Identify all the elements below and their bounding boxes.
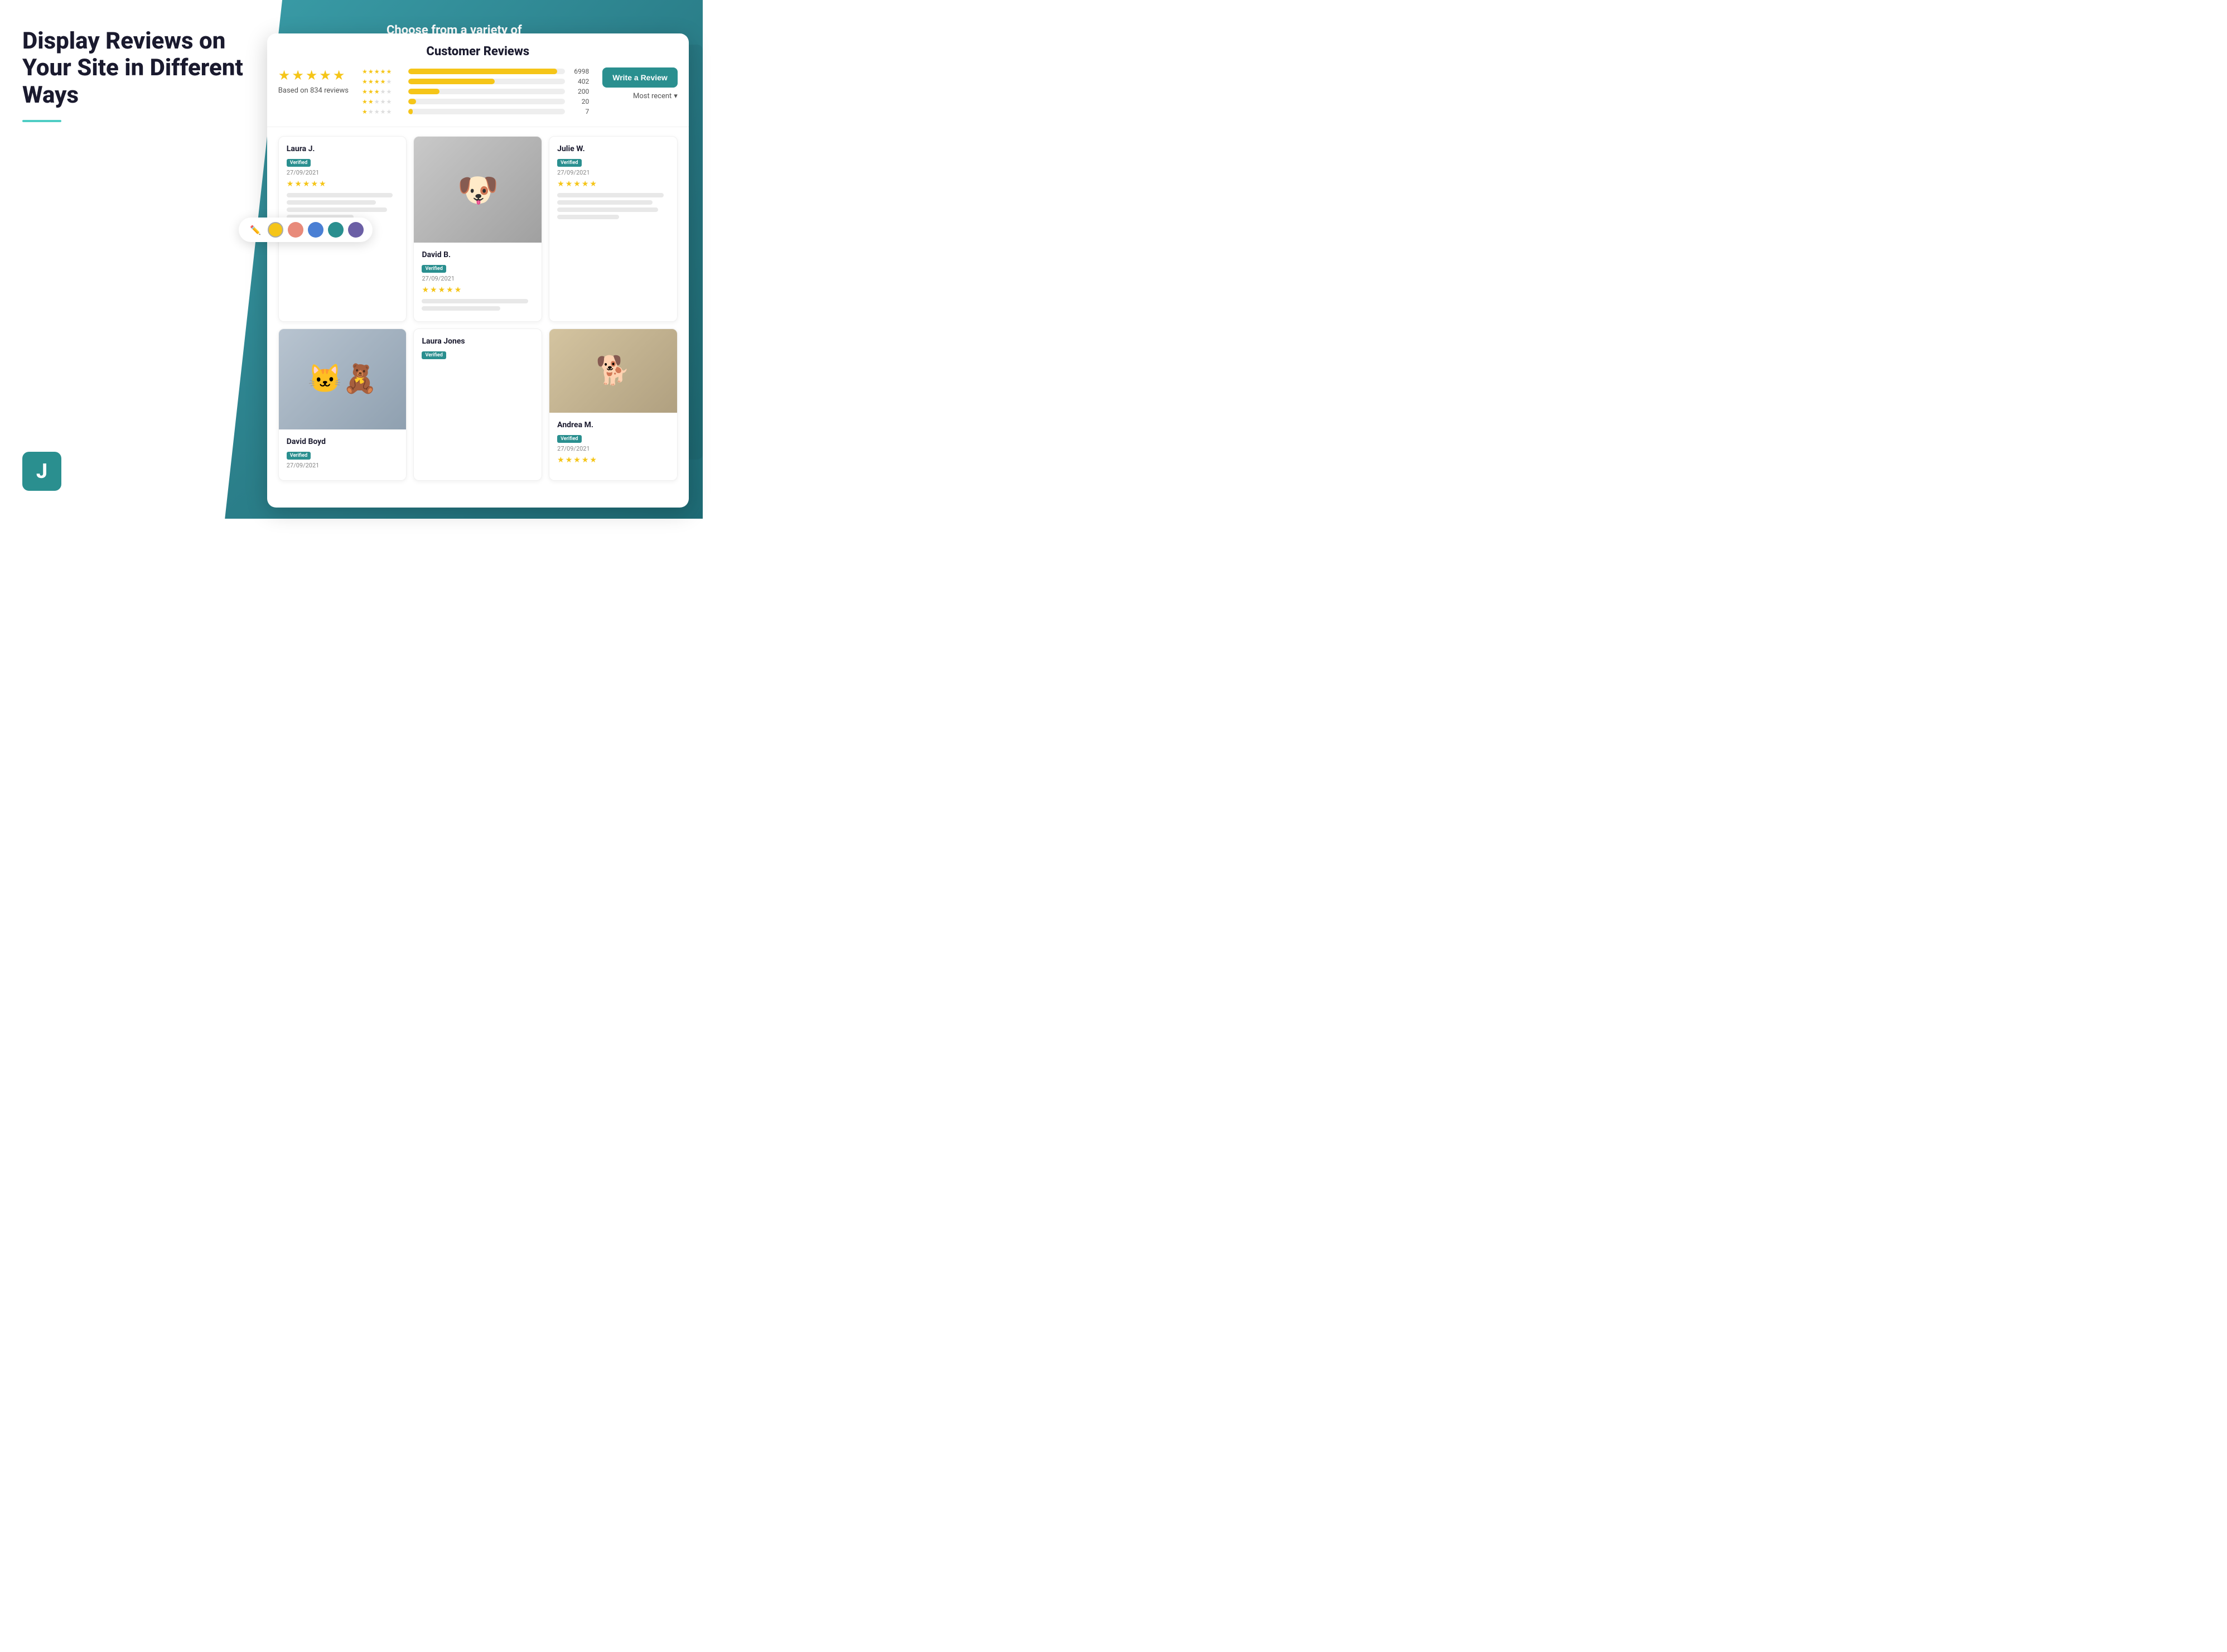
sort-row[interactable]: Most recent ▾ [633, 92, 678, 100]
bar-5 [408, 69, 565, 74]
dog-denim-image: 🐕 [549, 329, 677, 413]
rating-stars-1: ★ ★ ★ ★ ★ [362, 108, 404, 115]
text-line [557, 207, 658, 212]
color-swatch-yellow[interactable] [268, 222, 283, 238]
review-card-andrea: 🐕 Andrea M. Verified 27/09/2021 ★ ★ ★ ★ … [549, 329, 678, 481]
verified-badge-laurajones: Verified [422, 351, 446, 359]
review-body-andrea: Andrea M. Verified 27/09/2021 ★ ★ ★ ★ ★ [549, 413, 677, 477]
review-card-puppy: 🐶 David B. Verified 27/09/2021 ★ ★ ★ ★ ★ [413, 136, 542, 322]
rating-row-4: ★ ★ ★ ★ ★ 402 [362, 78, 589, 85]
big-stars: ★ ★ ★ ★ ★ [278, 67, 349, 83]
customize-text: Customize and tailor it to your theme st… [22, 355, 178, 396]
text-line [422, 306, 500, 311]
review-date-andrea: 27/09/2021 [557, 445, 669, 452]
reviewer-name-julie: Julie W. [557, 144, 669, 153]
bar-2 [408, 99, 565, 104]
widget-card: Customer Reviews ★ ★ ★ ★ ★ Based on 834 … [267, 33, 689, 508]
verified-badge-laura: Verified [287, 159, 311, 167]
bar-3 [408, 89, 565, 94]
verified-badge-andrea: Verified [557, 435, 581, 443]
big-star-5: ★ [333, 67, 345, 83]
text-line [287, 207, 388, 212]
review-body-davidb: David B. Verified 27/09/2021 ★ ★ ★ ★ ★ [414, 243, 542, 321]
review-date-davidboyd: 27/09/2021 [287, 462, 399, 469]
review-stars-andrea: ★ ★ ★ ★ ★ [557, 456, 669, 465]
rating-row-2: ★ ★ ★ ★ ★ 20 [362, 98, 589, 105]
review-date-laura: 27/09/2021 [287, 169, 399, 176]
text-line [557, 215, 619, 219]
text-line [287, 193, 393, 197]
paint-icon: ✏️ [248, 222, 263, 238]
review-card-laurajones: Laura Jones Verified [413, 329, 542, 481]
big-star-4: ★ [319, 67, 331, 83]
color-swatch-blue[interactable] [308, 222, 323, 238]
rating-row-3: ★ ★ ★ ★ ★ 200 [362, 88, 589, 95]
verified-badge-davidboyd: Verified [287, 452, 311, 460]
color-swatch-red[interactable] [288, 222, 303, 238]
review-body-davidboyd: David Boyd Verified 27/09/2021 [279, 429, 407, 480]
review-body-julie: Julie W. Verified 27/09/2021 ★ ★ ★ ★ ★ [549, 137, 677, 230]
text-line [287, 200, 376, 205]
rating-stars-2: ★ ★ ★ ★ ★ [362, 98, 404, 105]
chevron-down-icon: ▾ [674, 92, 678, 100]
main-title: Display Reviews on Your Site in Differen… [22, 28, 273, 109]
reviewer-name-davidboyd: David Boyd [287, 437, 399, 446]
write-review-button[interactable]: Write a Review [602, 67, 678, 88]
widget-title: Customer Reviews [281, 45, 675, 59]
rating-stars-3: ★ ★ ★ ★ ★ [362, 88, 404, 95]
j-logo: J [22, 452, 61, 491]
color-picker-pill: ✏️ [239, 218, 373, 242]
rating-row-5: ★ ★ ★ ★ ★ 6998 [362, 67, 589, 75]
summary-right: Write a Review Most recent ▾ [602, 67, 678, 100]
widget-header: Customer Reviews [267, 33, 689, 59]
rating-stars-5: ★ ★ ★ ★ ★ [362, 68, 404, 75]
count-5: 6998 [569, 67, 589, 75]
big-star-3: ★ [306, 67, 318, 83]
verified-badge-davidb: Verified [422, 265, 446, 273]
color-swatch-teal[interactable] [328, 222, 344, 238]
verified-badge-julie: Verified [557, 159, 581, 167]
review-body-laura: Laura J. Verified 27/09/2021 ★ ★ ★ ★ ★ [279, 137, 407, 230]
based-on: Based on 834 reviews [278, 86, 349, 95]
widget-summary: ★ ★ ★ ★ ★ Based on 834 reviews ★ ★ ★ ★ ★ [267, 67, 689, 127]
reviews-grid: Laura J. Verified 27/09/2021 ★ ★ ★ ★ ★ 🐶 [267, 127, 689, 490]
reviewer-name-andrea: Andrea M. [557, 421, 669, 429]
count-3: 200 [569, 88, 589, 95]
review-date-julie: 27/09/2021 [557, 169, 669, 176]
reviewer-name-laurajones: Laura Jones [422, 337, 534, 346]
review-stars-davidb: ★ ★ ★ ★ ★ [422, 286, 534, 294]
rating-row-1: ★ ★ ★ ★ ★ 7 [362, 108, 589, 115]
bar-4 [408, 79, 565, 84]
review-card-julie: Julie W. Verified 27/09/2021 ★ ★ ★ ★ ★ [549, 136, 678, 322]
review-date-davidb: 27/09/2021 [422, 275, 534, 282]
review-body-laurajones: Laura Jones Verified [414, 329, 542, 369]
count-1: 7 [569, 108, 589, 115]
accent-line [22, 120, 61, 122]
text-line [557, 193, 664, 197]
count-4: 402 [569, 78, 589, 85]
text-line [422, 299, 528, 303]
reviewer-name-laura: Laura J. [287, 144, 399, 153]
reviewer-name-davidb: David B. [422, 250, 534, 259]
big-star-1: ★ [278, 67, 291, 83]
rating-stars-4: ★ ★ ★ ★ ★ [362, 78, 404, 85]
rating-bars: ★ ★ ★ ★ ★ 6998 ★ ★ ★ ★ ★ [362, 67, 589, 118]
review-card-davidboyd: 🐱🧸 David Boyd Verified 27/09/2021 [278, 329, 407, 481]
color-swatch-purple[interactable] [348, 222, 364, 238]
sort-label: Most recent [633, 92, 672, 100]
cat-bear-image: 🐱🧸 [279, 329, 407, 429]
review-stars-julie: ★ ★ ★ ★ ★ [557, 180, 669, 189]
review-stars-laura: ★ ★ ★ ★ ★ [287, 180, 399, 189]
puppy-image: 🐶 [414, 137, 542, 243]
text-line [557, 200, 653, 205]
count-2: 20 [569, 98, 589, 105]
summary-left: ★ ★ ★ ★ ★ Based on 834 reviews [278, 67, 349, 95]
big-star-2: ★ [292, 67, 304, 83]
bar-1 [408, 109, 565, 114]
